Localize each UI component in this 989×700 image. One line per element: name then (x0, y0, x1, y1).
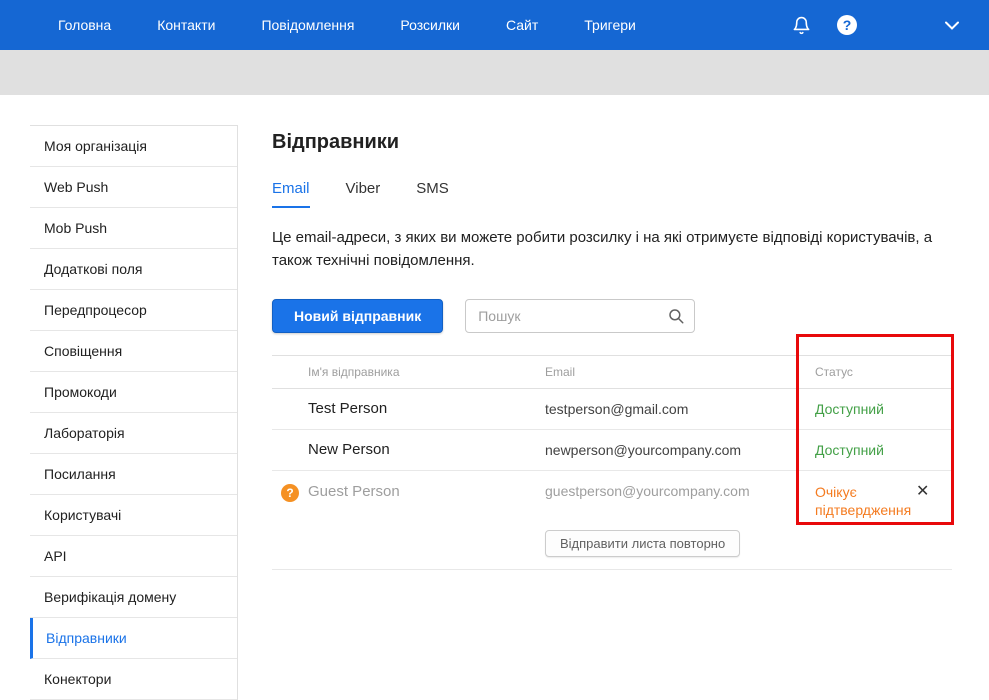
sender-name: Guest Person (308, 482, 400, 500)
sidebar-item-senders[interactable]: Відправники (30, 618, 237, 659)
nav-menu: Головна Контакти Повідомлення Розсилки С… (35, 0, 659, 50)
status-badge: Очікує підтвердження (815, 483, 912, 519)
description-text: Це email-адреси, з яких ви можете робити… (272, 229, 933, 270)
sidebar: Моя організація Web Push Mob Push Додатк… (30, 125, 238, 700)
sidebar-item-api[interactable]: API (30, 536, 237, 577)
main-panel: Відправники Email Viber SMS Це email-адр… (272, 125, 955, 700)
bell-icon[interactable] (792, 15, 811, 36)
nav-right-icons: ? (792, 15, 959, 36)
content-area: Моя організація Web Push Mob Push Додатк… (0, 95, 989, 700)
subheader-band (0, 50, 989, 95)
new-sender-button[interactable]: Новий відправник (272, 298, 444, 333)
sidebar-item-connectors[interactable]: Конектори (30, 659, 237, 700)
search-box (465, 298, 696, 333)
search-icon[interactable] (667, 307, 685, 330)
status-badge: Доступний (815, 441, 884, 458)
nav-item-messages[interactable]: Повідомлення (238, 0, 377, 50)
senders-table: Ім'я відправника Email Статус Test Perso… (272, 354, 952, 571)
nav-item-campaigns[interactable]: Розсилки (377, 0, 483, 50)
chevron-down-icon[interactable] (945, 21, 959, 30)
help-icon[interactable]: ? (837, 15, 857, 35)
sidebar-item-links[interactable]: Посилання (30, 454, 237, 495)
sender-name: New Person (308, 441, 390, 458)
column-header-status: Статус (815, 364, 853, 379)
close-icon[interactable]: ✕ (916, 483, 929, 500)
page: Головна Контакти Повідомлення Розсилки С… (0, 0, 989, 700)
help-icon-glyph: ? (837, 15, 857, 35)
tab-viber[interactable]: Viber (346, 180, 381, 208)
actions-row: Новий відправник (272, 298, 955, 333)
sidebar-item-promocodes[interactable]: Промокоди (30, 372, 237, 413)
table-row[interactable]: ? Guest Person guestperson@yourcompany.c… (272, 471, 952, 571)
table-row[interactable]: Test Person testperson@gmail.com Доступн… (272, 389, 952, 430)
resend-email-button[interactable]: Відправити листа повторно (545, 530, 741, 558)
nav-item-home[interactable]: Головна (35, 0, 134, 50)
sidebar-item-additional-fields[interactable]: Додаткові поля (30, 249, 237, 290)
column-header-name: Ім'я відправника (308, 364, 400, 379)
top-nav: Головна Контакти Повідомлення Розсилки С… (0, 0, 989, 50)
page-title: Відправники (272, 131, 400, 153)
sidebar-item-users[interactable]: Користувачі (30, 495, 237, 536)
sender-email: guestperson@yourcompany.com (545, 482, 750, 499)
sidebar-item-laboratory[interactable]: Лабораторія (30, 413, 237, 454)
sender-name: Test Person (308, 400, 388, 417)
tab-sms[interactable]: SMS (416, 180, 449, 208)
sender-email: testperson@gmail.com (545, 400, 689, 417)
sidebar-item-my-organization[interactable]: Моя організація (30, 126, 237, 167)
table-row[interactable]: New Person newperson@yourcompany.com Дос… (272, 430, 952, 471)
tab-email[interactable]: Email (272, 180, 310, 208)
search-input[interactable] (465, 298, 696, 333)
sidebar-item-notifications[interactable]: Сповіщення (30, 331, 237, 372)
nav-item-site[interactable]: Сайт (483, 0, 561, 50)
resend-wrap: Відправити листа повторно (545, 530, 815, 558)
row-icon-cell: ? (272, 483, 308, 502)
sender-email: newperson@yourcompany.com (545, 441, 742, 458)
pending-question-icon: ? (281, 483, 299, 502)
row-actions-cell: ✕ (916, 483, 952, 500)
column-header-email: Email (545, 364, 576, 379)
sidebar-item-web-push[interactable]: Web Push (30, 167, 237, 208)
nav-item-triggers[interactable]: Тригери (561, 0, 659, 50)
nav-item-contacts[interactable]: Контакти (134, 0, 238, 50)
tabs: Email Viber SMS (272, 180, 955, 208)
status-badge: Доступний (815, 400, 884, 417)
sidebar-item-domain-verification[interactable]: Верифікація домену (30, 577, 237, 618)
sidebar-item-preprocessor[interactable]: Передпроцесор (30, 290, 237, 331)
sidebar-item-mob-push[interactable]: Mob Push (30, 208, 237, 249)
table-header-row: Ім'я відправника Email Статус (272, 354, 952, 389)
